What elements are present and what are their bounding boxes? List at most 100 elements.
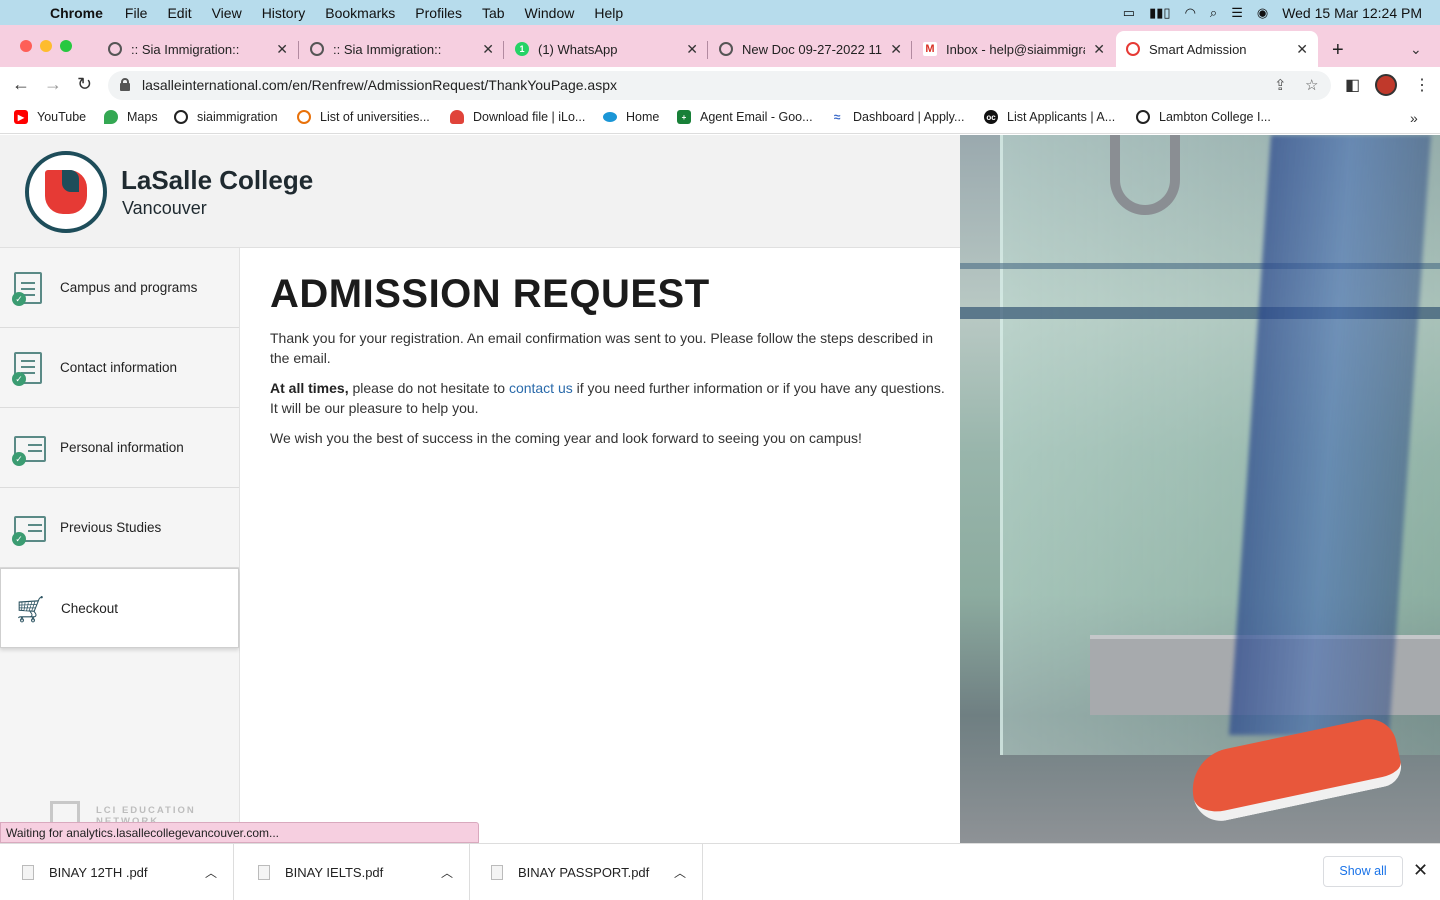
lasalle-logo[interactable] — [25, 151, 107, 233]
tab-smart-admission[interactable]: Smart Admission ✕ — [1116, 31, 1318, 67]
step-label: Personal information — [60, 440, 184, 455]
bookmark-home[interactable]: Home — [603, 110, 659, 124]
globe-icon — [174, 110, 188, 124]
zoom-window-button[interactable] — [60, 40, 72, 52]
bookmark-lambton[interactable]: Lambton College I... — [1136, 110, 1271, 124]
tab-sia-immigration-2[interactable]: :: Sia Immigration:: ✕ — [300, 31, 504, 67]
menubar-clock[interactable]: Wed 15 Mar 12:24 PM — [1282, 5, 1422, 21]
bookmark-list-applicants[interactable]: oc List Applicants | A... — [984, 110, 1115, 124]
menu-view[interactable]: View — [212, 5, 242, 21]
battery-icon[interactable]: ▮▮▯ — [1149, 5, 1170, 21]
page-title: ADMISSION REQUEST — [270, 272, 710, 316]
close-window-button[interactable] — [20, 40, 32, 52]
bookmark-youtube[interactable]: ▶ YouTube — [14, 110, 86, 124]
siri-icon[interactable]: ◉ — [1257, 5, 1268, 21]
bookmark-label: Download file | iLo... — [473, 110, 586, 124]
bookmark-label: Home — [626, 110, 660, 124]
tab-close-icon[interactable]: ✕ — [890, 41, 902, 58]
step-checkout[interactable]: 🛒︎ Checkout — [0, 568, 239, 648]
tab-close-icon[interactable]: ✕ — [1296, 41, 1308, 58]
menu-history[interactable]: History — [262, 5, 306, 21]
chevron-up-icon[interactable]: ︿ — [441, 864, 453, 881]
new-tab-button[interactable]: + — [1332, 39, 1344, 62]
step-contact-information[interactable]: ✓ Contact information — [0, 328, 239, 408]
tab-search-chevron-icon[interactable]: ⌄ — [1410, 41, 1422, 58]
tab-title: Inbox - help@siaimmigra — [946, 41, 1086, 57]
lock-icon[interactable] — [120, 78, 130, 91]
tab-close-icon[interactable]: ✕ — [686, 41, 698, 58]
globe-icon — [108, 42, 122, 56]
wifi-icon[interactable]: ◠ — [1185, 5, 1196, 21]
help-paragraph: At all times, please do not hesitate to … — [270, 378, 950, 418]
tab-close-icon[interactable]: ✕ — [1093, 41, 1105, 58]
browser-toolbar: ← → ↻ lasalleinternational.com/en/Renfre… — [0, 67, 1440, 104]
bookmark-agent-email[interactable]: + Agent Email - Goo... — [677, 110, 813, 124]
menu-profiles[interactable]: Profiles — [415, 5, 462, 21]
lasalle-icon — [1126, 42, 1140, 56]
chevron-up-icon[interactable]: ︿ — [674, 864, 686, 881]
globe-icon — [719, 42, 733, 56]
reload-button[interactable]: ↻ — [77, 74, 92, 95]
tab-whatsapp[interactable]: 1 (1) WhatsApp ✕ — [505, 31, 708, 67]
tab-close-icon[interactable]: ✕ — [482, 41, 494, 58]
bookmark-dashboard[interactable]: ≈ Dashboard | Apply... — [830, 110, 965, 124]
bookmark-siaimmigration[interactable]: siaimmigration — [174, 110, 278, 124]
network-logo-line1: LCI EDUCATION — [96, 805, 196, 816]
bookmark-download-file[interactable]: Download file | iLo... — [450, 110, 585, 124]
bookmark-maps[interactable]: Maps — [104, 110, 158, 124]
tab-inbox[interactable]: M Inbox - help@siaimmigra ✕ — [913, 31, 1115, 67]
tab-separator — [298, 41, 299, 59]
menu-help[interactable]: Help — [594, 5, 623, 21]
control-center-icon[interactable]: ☰ — [1231, 5, 1243, 21]
tab-new-doc[interactable]: New Doc 09-27-2022 11 ✕ — [709, 31, 912, 67]
address-bar[interactable]: lasalleinternational.com/en/Renfrew/Admi… — [108, 71, 1331, 100]
forward-button[interactable]: → — [44, 74, 62, 95]
downloads-bar: BINAY 12TH .pdf ︿ BINAY IELTS.pdf ︿ BINA… — [0, 843, 1440, 900]
tab-close-icon[interactable]: ✕ — [276, 41, 288, 58]
menu-tab[interactable]: Tab — [482, 5, 505, 21]
globe-icon — [1136, 110, 1150, 124]
macos-menubar: Chrome File Edit View History Bookmarks … — [0, 0, 1440, 25]
download-item[interactable]: BINAY PASSPORT.pdf ︿ — [469, 844, 703, 900]
site-header: LaSalle College Vancouver — [0, 135, 960, 248]
menu-app-name[interactable]: Chrome — [50, 5, 103, 21]
step-personal-information[interactable]: ✓ Personal information — [0, 408, 239, 488]
back-button[interactable]: ← — [12, 74, 30, 95]
menu-bookmarks[interactable]: Bookmarks — [325, 5, 395, 21]
menu-window[interactable]: Window — [525, 5, 575, 21]
menu-edit[interactable]: Edit — [167, 5, 191, 21]
close-downloads-icon[interactable]: ✕ — [1413, 860, 1428, 881]
search-icon[interactable]: ⌕ — [1210, 5, 1217, 21]
tab-separator — [911, 41, 912, 59]
download-item[interactable]: BINAY 12TH .pdf ︿ — [0, 844, 234, 900]
tab-sia-immigration-1[interactable]: :: Sia Immigration:: ✕ — [98, 31, 298, 67]
side-panel-icon[interactable]: ◧ — [1345, 75, 1360, 95]
step-label: Checkout — [61, 601, 119, 616]
keyboard-icon[interactable]: ▭ — [1123, 5, 1135, 21]
minimize-window-button[interactable] — [40, 40, 52, 52]
bookmark-label: List Applicants | A... — [1007, 110, 1116, 124]
tab-separator — [503, 41, 504, 59]
chevron-up-icon[interactable]: ︿ — [205, 864, 217, 881]
menu-file[interactable]: File — [125, 5, 148, 21]
contact-us-link[interactable]: contact us — [509, 380, 573, 396]
step-previous-studies[interactable]: ✓ Previous Studies — [0, 488, 239, 568]
bookmark-label: Dashboard | Apply... — [853, 110, 965, 124]
shopping-cart-icon: 🛒︎ — [14, 594, 48, 624]
share-icon[interactable]: ⇪ — [1274, 76, 1287, 94]
tab-title: :: Sia Immigration:: — [131, 41, 240, 57]
step-campus-and-programs[interactable]: ✓ Campus and programs — [0, 248, 239, 328]
bookmarks-overflow-icon[interactable]: » — [1410, 110, 1418, 126]
more-menu-icon[interactable]: ⋮ — [1414, 75, 1430, 95]
cap-icon: ≈ — [833, 110, 841, 124]
help-bold-text: At all times, — [270, 380, 349, 396]
whatsapp-icon: 1 — [515, 42, 529, 56]
address-url[interactable]: lasalleinternational.com/en/Renfrew/Admi… — [142, 77, 617, 93]
download-filename: BINAY IELTS.pdf — [285, 865, 384, 880]
bookmark-label: siaimmigration — [197, 110, 278, 124]
download-item[interactable]: BINAY IELTS.pdf ︿ — [236, 844, 470, 900]
bookmark-star-icon[interactable]: ☆ — [1305, 76, 1318, 94]
bookmark-list-of-universities[interactable]: List of universities... — [297, 110, 430, 124]
profile-avatar[interactable] — [1375, 74, 1397, 96]
show-all-button[interactable]: Show all — [1323, 856, 1403, 887]
